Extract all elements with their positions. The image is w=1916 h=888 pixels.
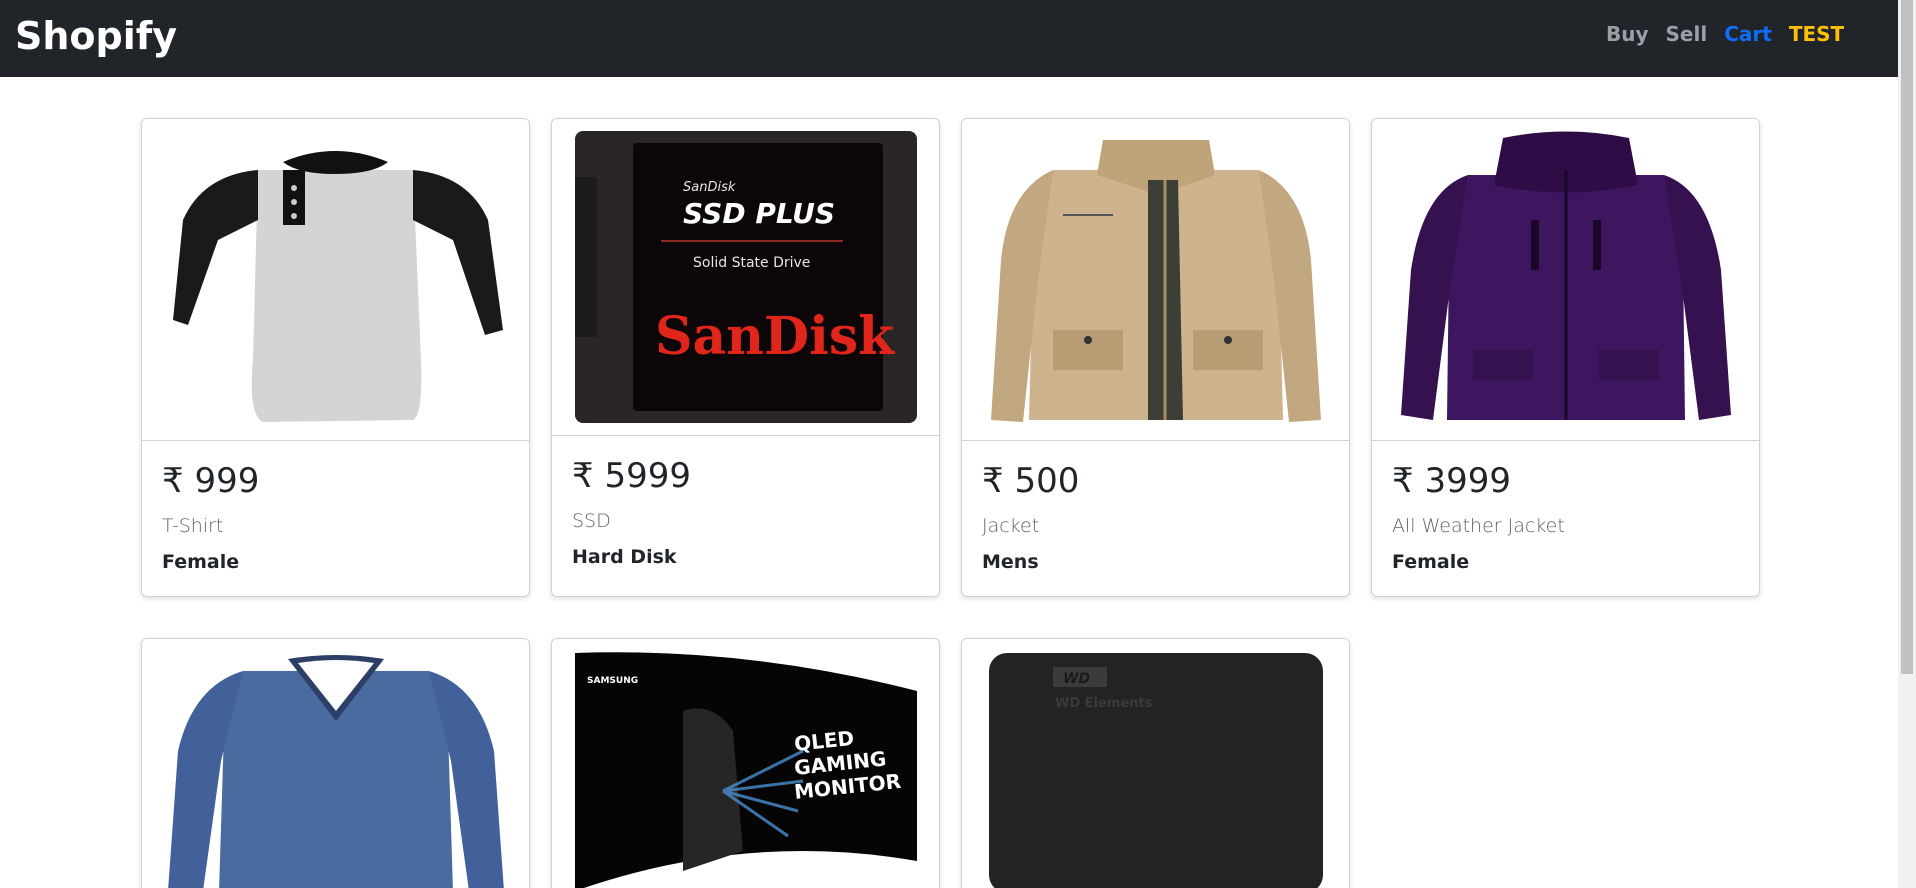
product-price: ₹ 5999	[572, 456, 691, 496]
hdd-product: WD Elements	[1055, 696, 1153, 711]
purple-jacket-icon	[1392, 129, 1739, 430]
external-hdd-icon: WD WD Elements	[982, 651, 1329, 888]
nav-links: Buy Sell Cart TEST	[1606, 22, 1861, 46]
blue-vneck-tshirt-icon	[162, 651, 509, 888]
curved-monitor-icon: SAMSUNG QLED GAMING MONITOR	[572, 651, 919, 888]
scrollbar-thumb[interactable]	[1901, 0, 1913, 674]
ssd-brand-logo: SanDisk	[655, 306, 895, 367]
product-card[interactable]: ₹ 999 T-Shirt Female	[141, 118, 530, 597]
product-image: SAMSUNG QLED GAMING MONITOR	[552, 639, 939, 888]
product-image	[962, 119, 1349, 441]
product-price: ₹ 999	[162, 461, 260, 501]
product-title: Jacket	[982, 515, 1040, 537]
product-image: SanDisk SSD PLUS Solid State Drive SanDi…	[552, 119, 939, 436]
product-price: ₹ 500	[982, 461, 1080, 501]
raglan-tshirt-icon	[162, 129, 509, 430]
product-image	[142, 119, 529, 441]
product-title: T-Shirt	[162, 515, 224, 537]
product-image	[1372, 119, 1759, 441]
product-title: All Weather Jacket	[1392, 515, 1565, 537]
product-card[interactable]	[141, 638, 530, 888]
product-title: SSD	[572, 510, 611, 532]
product-card[interactable]: ₹ 500 Jacket Mens	[961, 118, 1350, 597]
top-navbar: Shopify Buy Sell Cart TEST	[0, 0, 1898, 77]
nav-cart-link[interactable]: Cart	[1724, 22, 1772, 46]
sandisk-ssd-icon: SanDisk SSD PLUS Solid State Drive SanDi…	[574, 131, 917, 423]
product-category: Mens	[982, 551, 1039, 573]
hdd-brand: WD	[1063, 671, 1090, 687]
ssd-brand-small: SanDisk	[683, 180, 736, 195]
product-card[interactable]: ₹ 3999 All Weather Jacket Female	[1371, 118, 1760, 597]
ssd-product-name: SSD PLUS	[683, 197, 835, 230]
product-category: Female	[162, 551, 240, 573]
product-card[interactable]: WD WD Elements	[961, 638, 1350, 888]
brand-logo[interactable]: Shopify	[15, 14, 177, 58]
product-card[interactable]: SAMSUNG QLED GAMING MONITOR	[551, 638, 940, 888]
product-price: ₹ 3999	[1392, 461, 1511, 501]
nav-test-link[interactable]: TEST	[1789, 22, 1844, 46]
ssd-subtitle: Solid State Drive	[693, 255, 810, 271]
nav-buy-link[interactable]: Buy	[1606, 22, 1649, 46]
monitor-brand: SAMSUNG	[587, 676, 638, 686]
nav-sell-link[interactable]: Sell	[1666, 22, 1708, 46]
page-scrollbar[interactable]	[1898, 0, 1916, 888]
product-image	[142, 639, 529, 888]
product-image: WD WD Elements	[962, 639, 1349, 888]
product-category: Female	[1392, 551, 1470, 573]
product-category: Hard Disk	[572, 546, 677, 568]
khaki-jacket-icon	[982, 129, 1329, 430]
product-card[interactable]: SanDisk SSD PLUS Solid State Drive SanDi…	[551, 118, 940, 597]
